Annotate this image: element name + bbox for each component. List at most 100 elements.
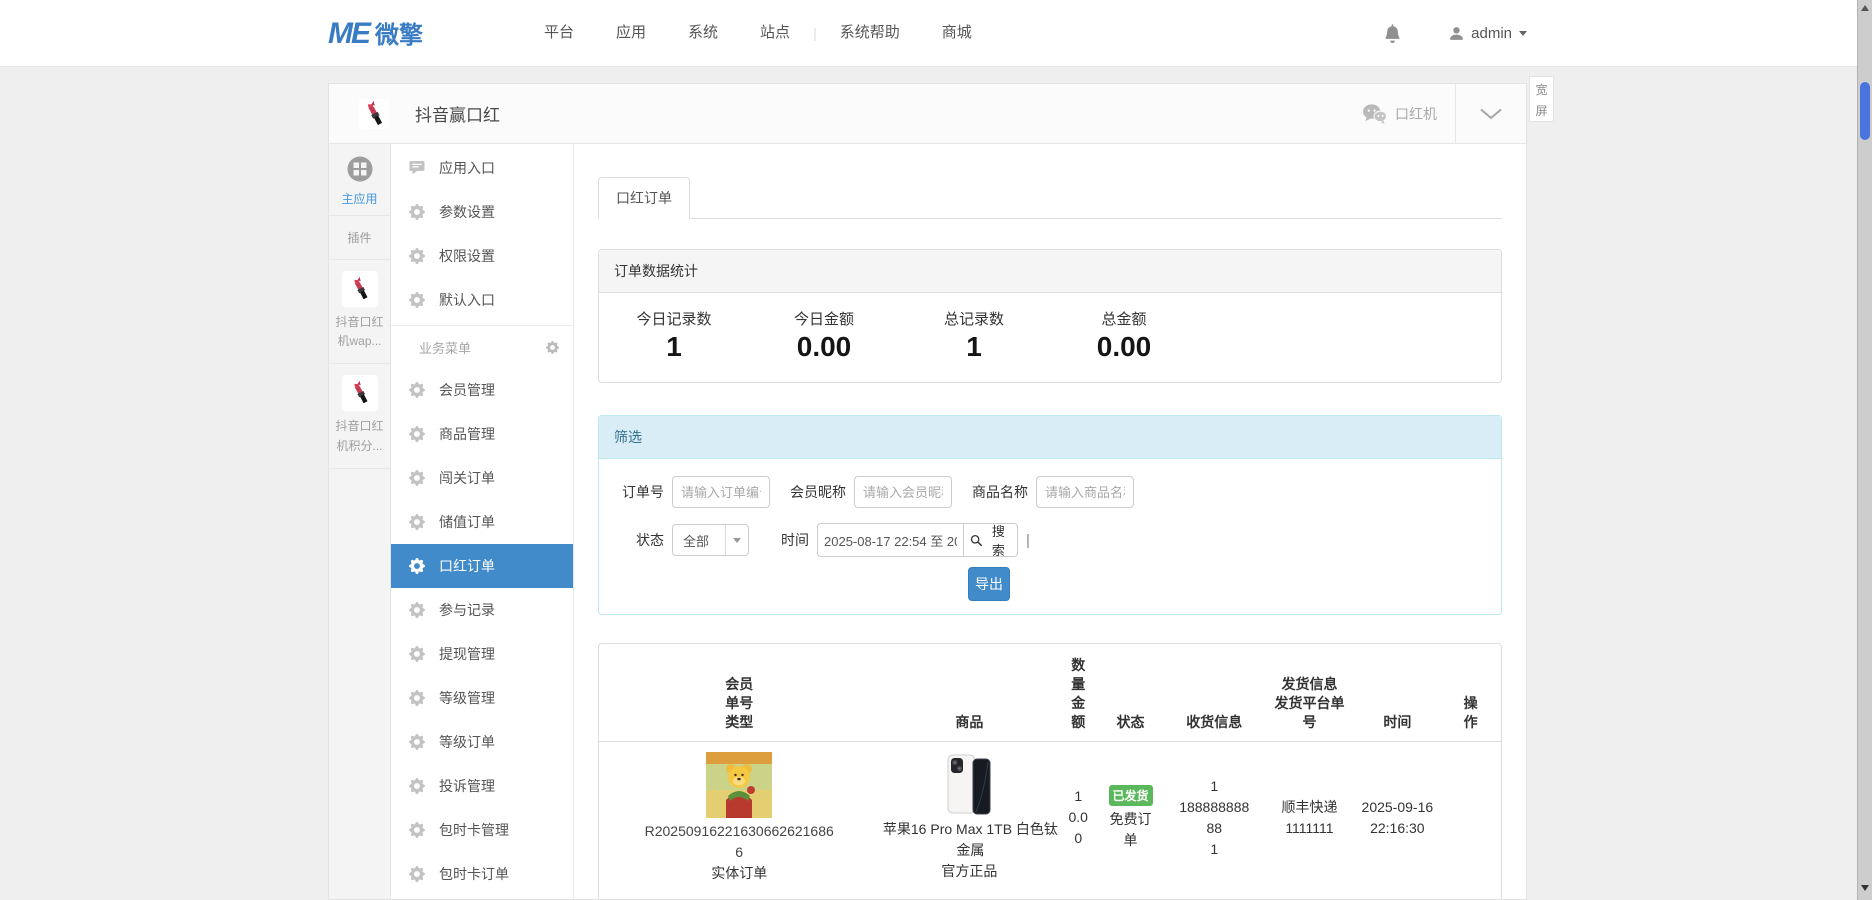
rail-item-main-app[interactable]: 主应用: [329, 144, 390, 216]
order-no-input[interactable]: [672, 476, 770, 508]
sidebar-item-participation-records[interactable]: 参与记录: [391, 588, 573, 632]
sidebar-item-label: 闯关订单: [439, 468, 495, 488]
order-row: R202509162216306626216866 实体订单: [599, 741, 1501, 894]
topnav-item-store[interactable]: 商城: [921, 0, 993, 66]
gear-icon: [409, 292, 425, 308]
col-status: 状态: [1097, 644, 1164, 741]
sidebar-item-level-management[interactable]: 等级管理: [391, 676, 573, 720]
search-button[interactable]: 搜索: [963, 523, 1018, 557]
topnav-item-system[interactable]: 系统: [667, 0, 739, 66]
col-shipping-info: 发货信息 发货平台单号: [1264, 644, 1354, 741]
stat-label: 今日金额: [749, 308, 899, 329]
sidebar-item-level-orders[interactable]: 等级订单: [391, 720, 573, 764]
chevron-down-icon[interactable]: [1456, 84, 1526, 143]
top-navbar: ME 微擎 平台 应用 系统 站点 | 系统帮助 商城 admin: [0, 0, 1872, 67]
orders-table: 会员 单号 类型 商品 数量 金额 状态 收货信息: [599, 644, 1501, 894]
product-name-input[interactable]: [1036, 476, 1134, 508]
order-number: R202509162216306626216866: [643, 821, 835, 863]
lipstick-icon: [342, 375, 378, 411]
sidebar-item-label: 投诉管理: [439, 776, 495, 796]
cell-time: 2025-09-16 22:16:30: [1354, 741, 1440, 894]
topnav-item-platform[interactable]: 平台: [523, 0, 595, 66]
bell-icon[interactable]: [1383, 24, 1402, 43]
cell-qty-amount: 1 0.00: [1059, 741, 1097, 894]
nickname-input[interactable]: [854, 476, 952, 508]
time-range-input[interactable]: [817, 523, 963, 557]
sidebar-item-lipstick-orders[interactable]: 口红订单: [391, 544, 573, 588]
user-menu[interactable]: admin: [1448, 25, 1527, 42]
stat-label: 总记录数: [899, 308, 1049, 329]
topnav-item-help[interactable]: 系统帮助: [819, 0, 921, 66]
gear-icon: [409, 514, 425, 530]
product-image: [946, 754, 992, 816]
top-menu: 平台 应用 系统 站点 | 系统帮助 商城: [523, 0, 993, 66]
cell-product: 苹果16 Pro Max 1TB 白色钛金属 官方正品: [879, 741, 1059, 894]
sidebar-item-products[interactable]: 商品管理: [391, 412, 573, 456]
sidebar-item-withdrawals[interactable]: 提现管理: [391, 632, 573, 676]
rail-plugin-points[interactable]: 抖音口红机积分...: [329, 364, 390, 468]
sidebar-item-label: 储值订单: [439, 512, 495, 532]
scroll-up-arrow-icon[interactable]: [1861, 5, 1869, 11]
sidebar-item-members[interactable]: 会员管理: [391, 368, 573, 412]
sidebar-menu: 应用入口 参数设置 权限设置 默认入口 业务菜单 会员管理: [391, 144, 574, 900]
gear-icon[interactable]: [546, 341, 559, 354]
sidebar-item-label: 应用入口: [439, 158, 495, 178]
tab-lipstick-orders[interactable]: 口红订单: [598, 177, 690, 219]
sidebar-item-label: 参与记录: [439, 600, 495, 620]
gear-icon: [409, 866, 425, 882]
sidebar-item-label: 默认入口: [439, 290, 495, 310]
sidebar-item-permission-settings[interactable]: 权限设置: [391, 234, 573, 278]
table-header-row: 会员 单号 类型 商品 数量 金额 状态 收货信息: [599, 644, 1501, 741]
cell-receiver: 1 18888888888 1: [1164, 741, 1264, 894]
widescreen-toggle[interactable]: 宽屏: [1529, 76, 1554, 122]
menu-section-label: 业务菜单: [419, 338, 471, 357]
order-quantity: 1: [1061, 786, 1095, 807]
status-select[interactable]: 全部: [672, 524, 749, 556]
gear-icon: [409, 602, 425, 618]
comment-icon: [409, 160, 425, 176]
export-button[interactable]: 导出: [968, 567, 1010, 601]
rail-main-app-label: 主应用: [329, 190, 390, 207]
scrollbar-thumb[interactable]: [1860, 82, 1870, 140]
sidebar-item-param-settings[interactable]: 参数设置: [391, 190, 573, 234]
sidebar-item-time-card-orders[interactable]: 包时卡订单: [391, 852, 573, 896]
order-no-label: 订单号: [614, 482, 664, 502]
search-button-label: 搜索: [986, 521, 1011, 559]
col-time: 时间: [1354, 644, 1440, 741]
grid-icon: [347, 156, 373, 182]
receiver-name: 1: [1166, 776, 1262, 797]
sidebar-item-default-entry[interactable]: 默认入口: [391, 278, 573, 322]
time-label: 时间: [749, 530, 809, 550]
col-product: 商品: [879, 644, 1059, 741]
rail-plugin-wap[interactable]: 抖音口红机wap...: [329, 260, 390, 364]
cell-member: R202509162216306626216866 实体订单: [599, 741, 879, 894]
sidebar-item-complaints[interactable]: 投诉管理: [391, 764, 573, 808]
weiqin-logo[interactable]: ME 微擎: [328, 15, 423, 51]
sidebar-item-label: 包时卡订单: [439, 864, 509, 884]
sidebar-item-level-pass-orders[interactable]: 闯关订单: [391, 456, 573, 500]
product-name-label: 商品名称: [968, 482, 1028, 502]
sidebar-item-stored-value-orders[interactable]: 储值订单: [391, 500, 573, 544]
sidebar-item-label: 会员管理: [439, 380, 495, 400]
channel-switcher[interactable]: 口红机: [1362, 103, 1437, 124]
receiver-address: 1: [1166, 839, 1262, 860]
status-label: 状态: [614, 530, 664, 550]
stat-today-amount: 今日金额 0.00: [749, 308, 899, 363]
status-badge: 已发货: [1109, 785, 1153, 806]
stat-value: 1: [899, 331, 1049, 363]
sidebar-item-time-card-management[interactable]: 包时卡管理: [391, 808, 573, 852]
topnav-item-apps[interactable]: 应用: [595, 0, 667, 66]
caret-down-icon: [1519, 31, 1527, 36]
receiver-phone: 18888888888: [1176, 797, 1252, 839]
app-rail: 主应用 插件 抖音口红机wap... 抖音口红机积分...: [329, 144, 391, 900]
menu-section-business: 业务菜单: [391, 326, 573, 368]
gear-icon: [409, 558, 425, 574]
scroll-down-arrow-icon[interactable]: [1861, 885, 1869, 891]
scrollbar[interactable]: [1857, 0, 1872, 900]
magnifier-icon: [970, 534, 983, 547]
product-name: 苹果16 Pro Max 1TB 白色钛金属: [881, 819, 1059, 861]
topnav-item-site[interactable]: 站点: [739, 0, 811, 66]
cell-shipping: 顺丰快递 1111111: [1264, 741, 1354, 894]
sidebar-item-label: 口红订单: [439, 556, 495, 576]
sidebar-item-app-entry[interactable]: 应用入口: [391, 146, 573, 190]
